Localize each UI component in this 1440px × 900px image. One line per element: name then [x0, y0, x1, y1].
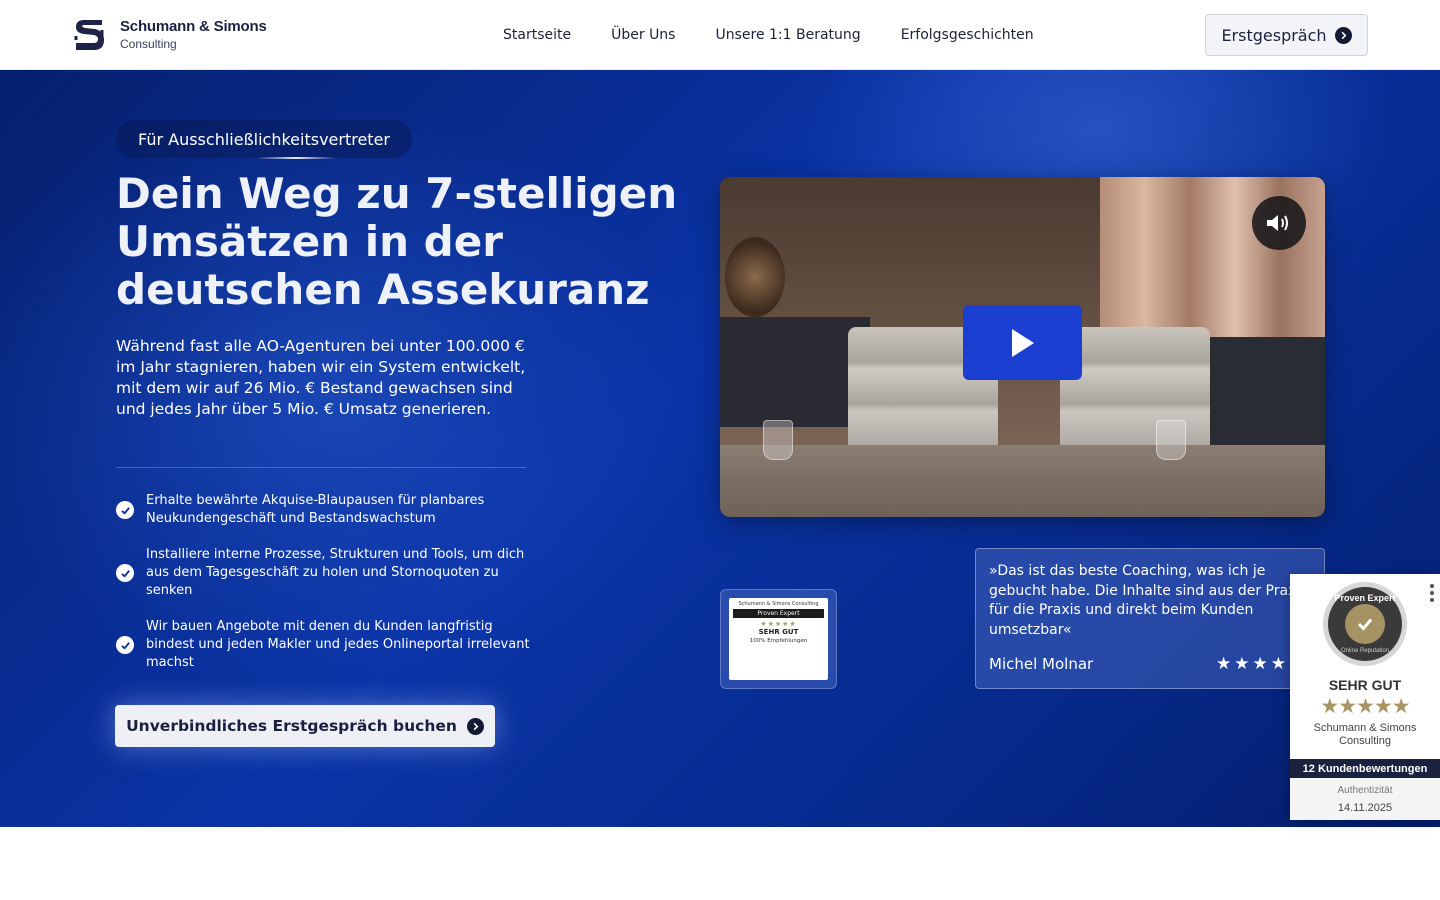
chevron-right-icon: [466, 717, 484, 735]
check-badge-icon: [116, 636, 134, 654]
benefit-text: Erhalte bewährte Akquise-Blaupausen für …: [146, 493, 485, 526]
video-scene-table: [720, 445, 1325, 517]
check-badge-icon: [116, 564, 134, 582]
benefit-list: Erhalte bewährte Akquise-Blaupausen für …: [116, 492, 536, 690]
logo-text: Schumann & Simons Consulting: [120, 17, 267, 52]
play-button[interactable]: [963, 305, 1082, 380]
erstgespraech-label: Erstgespräch: [1221, 25, 1327, 45]
proven-badge-rating: SEHR GUT: [758, 628, 799, 636]
video-scene-glass: [763, 420, 793, 460]
widget-authenticity: Authentizität: [1337, 785, 1393, 796]
benefit-item: Installiere interne Prozesse, Strukturen…: [116, 546, 536, 600]
proven-expert-widget[interactable]: Proven Expert Online Reputation SEHR GUT…: [1290, 574, 1440, 820]
star-rating-icon: ★★★★★: [1320, 695, 1410, 718]
benefit-text: Wir bauen Angebote mit denen du Kunden l…: [146, 619, 530, 670]
nav-startseite[interactable]: Startseite: [503, 27, 571, 43]
proven-badge-header: Schumann & Simons Consulting: [738, 601, 819, 607]
volume-icon: [1267, 215, 1288, 231]
hero-section: Für Ausschließlichkeitsvertreter Dein We…: [0, 70, 1440, 827]
benefit-text: Installiere interne Prozesse, Strukturen…: [146, 547, 525, 598]
seal-top-text: Proven Expert: [1334, 593, 1396, 603]
widget-rating: SEHR GUT: [1328, 677, 1402, 693]
check-badge-icon: [116, 501, 134, 519]
testimonial-card: »Das ist das beste Coaching, was ich je …: [975, 548, 1325, 689]
book-call-button[interactable]: Unverbindliches Erstgespräch buchen: [115, 705, 495, 747]
star-rating-icon: ★★★★★: [760, 620, 797, 628]
video-scene-decor: [725, 237, 785, 317]
video-player[interactable]: [720, 177, 1325, 517]
proven-expert-badge-card: Schumann & Simons Consulting Proven Expe…: [729, 598, 828, 680]
hero-title: Dein Weg zu 7-stelligen Umsätzen in der …: [116, 169, 678, 314]
widget-company: Schumann & Simons Consulting: [1313, 722, 1417, 747]
site-header: Schumann & Simons Consulting Startseite …: [0, 0, 1440, 70]
nav-beratung[interactable]: Unsere 1:1 Beratung: [715, 27, 860, 43]
more-options-icon[interactable]: [1430, 584, 1434, 602]
nav-erfolgsgeschichten[interactable]: Erfolgsgeschichten: [901, 27, 1034, 43]
checkmark-icon: [1345, 604, 1385, 644]
logo-sub: Consulting: [120, 37, 177, 52]
hero-description: Während fast alle AO-Agenturen bei unter…: [116, 337, 526, 418]
testimonial-quote: »Das ist das beste Coaching, was ich je …: [989, 563, 1308, 638]
nav-ueber-uns[interactable]: Über Uns: [611, 27, 675, 43]
chevron-right-icon: [1334, 26, 1352, 44]
proven-expert-seal: Proven Expert Online Reputation: [1323, 582, 1407, 666]
star-rating-icon: ★★★★: [1216, 654, 1289, 674]
widget-review-count[interactable]: 12 Kundenbewertungen: [1290, 759, 1440, 778]
divider: [116, 467, 526, 468]
benefit-item: Wir bauen Angebote mit denen du Kunden l…: [116, 618, 536, 672]
video-scene-glass: [1156, 420, 1186, 460]
logo[interactable]: Schumann & Simons Consulting: [72, 16, 267, 54]
widget-date: 14.11.2025: [1337, 802, 1393, 814]
erstgespraech-button[interactable]: Erstgespräch: [1205, 14, 1368, 56]
proven-expert-seal-inner: Proven Expert Online Reputation: [1328, 587, 1402, 661]
unmute-button[interactable]: [1252, 196, 1306, 250]
proven-badge-recommendation: 100% Empfehlungen: [749, 638, 808, 644]
proven-expert-badge[interactable]: Schumann & Simons Consulting Proven Expe…: [720, 589, 837, 689]
testimonial-author: Michel Molnar: [989, 655, 1094, 673]
video-scene-sofa: [1205, 337, 1325, 457]
audience-badge: Für Ausschließlichkeitsvertreter: [116, 120, 412, 159]
seal-bottom-text: Online Reputation: [1340, 648, 1390, 654]
benefit-item: Erhalte bewährte Akquise-Blaupausen für …: [116, 492, 536, 528]
logo-name: Schumann & Simons: [120, 17, 267, 35]
logo-mark-icon: [74, 20, 104, 50]
book-call-label: Unverbindliches Erstgespräch buchen: [126, 717, 457, 735]
proven-badge-bar: Proven Expert: [732, 609, 825, 618]
play-icon: [1011, 328, 1034, 357]
main-nav: Startseite Über Uns Unsere 1:1 Beratung …: [503, 0, 1074, 70]
